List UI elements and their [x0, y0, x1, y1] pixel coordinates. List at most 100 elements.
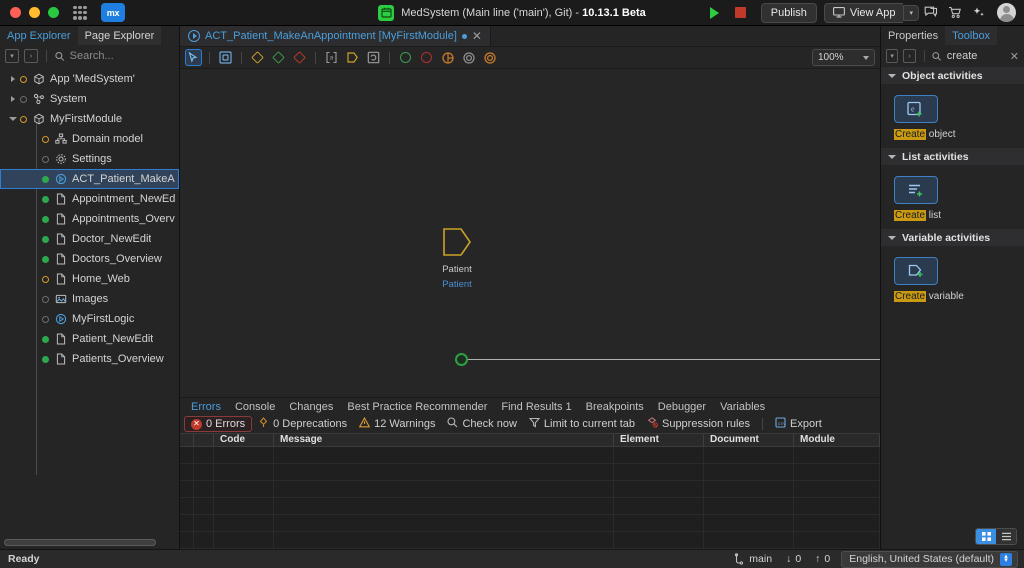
ai-sparkle-icon[interactable]	[967, 3, 991, 23]
minimize-window-button[interactable]	[29, 7, 40, 18]
section-list-activities[interactable]: List activities	[881, 148, 1024, 165]
sequence-flow[interactable]	[468, 359, 880, 360]
parameter-icon[interactable]	[344, 49, 361, 66]
collapse-all-icon[interactable]: ▾	[5, 49, 19, 63]
run-button[interactable]	[702, 3, 728, 23]
column-header-document[interactable]: Document	[704, 433, 794, 446]
tree-item-patient-newedit[interactable]: Patient_NewEdit	[0, 329, 179, 349]
table-row[interactable]	[180, 447, 880, 464]
tree-item-doctor-newedit[interactable]: Doctor_NewEdit	[0, 229, 179, 249]
table-row[interactable]	[180, 532, 880, 549]
warnings-filter-button[interactable]: 12 Warnings	[353, 416, 441, 432]
user-avatar[interactable]	[997, 3, 1016, 22]
column-header-blank-2[interactable]	[194, 433, 214, 446]
table-row[interactable]	[180, 464, 880, 481]
loop-icon[interactable]	[365, 49, 382, 66]
check-now-button[interactable]: Check now	[441, 416, 522, 432]
continue-event-icon[interactable]	[460, 49, 477, 66]
table-row[interactable]	[180, 515, 880, 532]
tab-changes[interactable]: Changes	[282, 398, 340, 416]
twisty-icon[interactable]	[6, 117, 20, 121]
scrollbar-thumb[interactable]	[4, 538, 156, 546]
tree-item-domain-model[interactable]: Domain model	[0, 129, 179, 149]
inheritance-split-icon[interactable]	[270, 49, 287, 66]
explorer-search-input[interactable]	[69, 50, 174, 62]
clear-search-icon[interactable]: ✕	[1010, 50, 1019, 63]
table-row[interactable]	[180, 498, 880, 515]
buy-cart-icon[interactable]	[943, 3, 967, 23]
tree-item-settings[interactable]: Settings	[0, 149, 179, 169]
table-row[interactable]	[180, 481, 880, 498]
error-event-icon[interactable]	[481, 49, 498, 66]
suppression-rules-button[interactable]: Suppression rules	[641, 416, 756, 432]
list-view-icon[interactable]	[996, 528, 1016, 544]
language-selector[interactable]: English, United States (default) ▴ ▾	[841, 550, 1018, 568]
section-variable-activities[interactable]: Variable activities	[881, 229, 1024, 246]
twisty-icon[interactable]	[6, 96, 20, 102]
tab-console[interactable]: Console	[228, 398, 282, 416]
explorer-search-wrap[interactable]	[55, 50, 174, 62]
tree-item-system[interactable]: System	[0, 89, 179, 109]
create-variable-icon[interactable]	[894, 257, 938, 285]
tab-find-results-1[interactable]: Find Results 1	[494, 398, 578, 416]
tab-act-patient-makeanappointment[interactable]: ACT_Patient_MakeAnAppointment [MyFirstMo…	[180, 26, 491, 46]
errors-filter-button[interactable]: ✕ 0 Errors	[184, 416, 253, 433]
break-event-icon[interactable]	[439, 49, 456, 66]
maximize-window-button[interactable]	[48, 7, 59, 18]
app-grid-icon[interactable]	[73, 5, 87, 20]
column-header-blank-1[interactable]	[180, 433, 194, 446]
publish-button[interactable]: Publish	[760, 2, 817, 23]
start-event-icon[interactable]	[397, 49, 414, 66]
tree-item-appointment-newedit[interactable]: Appointment_NewEdit	[0, 189, 179, 209]
window-controls[interactable]	[0, 7, 59, 18]
section-object-activities[interactable]: Object activities	[881, 67, 1024, 84]
tab-breakpoints[interactable]: Breakpoints	[579, 398, 651, 416]
tree-item-images[interactable]: Images	[0, 289, 179, 309]
select-tool-icon[interactable]	[185, 49, 202, 66]
zoom-level-select[interactable]: 100%	[812, 49, 875, 66]
toolbox-item-create-variable[interactable]: Create variable	[881, 246, 1024, 310]
feedback-icon[interactable]	[919, 3, 943, 23]
column-header-code[interactable]: Code	[214, 433, 274, 446]
end-event-icon[interactable]	[418, 49, 435, 66]
tab-variables[interactable]: Variables	[713, 398, 772, 416]
tree-item-act-patient-makeanappointment[interactable]: ACT_Patient_MakeAnAppointment	[0, 169, 179, 189]
tree-item-module[interactable]: MyFirstModule	[0, 109, 179, 129]
tree-item-myfirstlogic[interactable]: MyFirstLogic	[0, 309, 179, 329]
expand-all-icon[interactable]: ›	[24, 49, 38, 63]
tab-page-explorer[interactable]: Page Explorer	[77, 26, 162, 45]
close-icon[interactable]: ✕	[472, 30, 482, 42]
twisty-icon[interactable]	[6, 76, 20, 82]
incoming-changes[interactable]: ↓ 0	[779, 553, 808, 565]
tree-item-appointments-overview[interactable]: Appointments_Overview	[0, 209, 179, 229]
tree-item-home-web[interactable]: Home_Web	[0, 269, 179, 289]
error-handler-split-icon[interactable]	[291, 49, 308, 66]
deprecations-filter-button[interactable]: 0 Deprecations	[252, 416, 353, 432]
toolbox-search-input[interactable]	[946, 50, 1005, 62]
tree-item-patients-overview[interactable]: Patients_Overview	[0, 349, 179, 369]
create-list-icon[interactable]	[894, 176, 938, 204]
annotation-icon[interactable]: a	[323, 49, 340, 66]
microflow-parameter-patient[interactable]: Patient Patient	[442, 227, 472, 290]
tab-debugger[interactable]: Debugger	[651, 398, 713, 416]
tab-best-practice-recommender[interactable]: Best Practice Recommender	[340, 398, 494, 416]
close-window-button[interactable]	[10, 7, 21, 18]
column-header-element[interactable]: Element	[614, 433, 704, 446]
expand-all-icon[interactable]: ›	[903, 49, 916, 63]
export-button[interactable]: csv Export	[769, 416, 828, 432]
grid-view-icon[interactable]	[976, 528, 996, 544]
branch-indicator[interactable]: main	[726, 553, 779, 565]
tree-item-app[interactable]: App 'MedSystem'	[0, 69, 179, 89]
toolbox-item-create-object[interactable]: e Create object	[881, 84, 1024, 148]
microflow-canvas[interactable]: Patient Patient	[180, 69, 880, 397]
collapse-all-icon[interactable]: ▾	[886, 49, 899, 63]
view-app-dropdown-caret-icon[interactable]: ▾	[903, 4, 919, 21]
add-activity-icon[interactable]	[217, 49, 234, 66]
stepper-icon[interactable]: ▴ ▾	[1000, 552, 1012, 566]
outgoing-changes[interactable]: ↑ 0	[808, 553, 837, 565]
exclusive-split-icon[interactable]	[249, 49, 266, 66]
stop-button[interactable]	[728, 3, 754, 23]
tree-item-doctors-overview[interactable]: Doctors_Overview	[0, 249, 179, 269]
limit-to-current-tab-button[interactable]: Limit to current tab	[523, 416, 641, 432]
column-header-module[interactable]: Module	[794, 433, 880, 446]
